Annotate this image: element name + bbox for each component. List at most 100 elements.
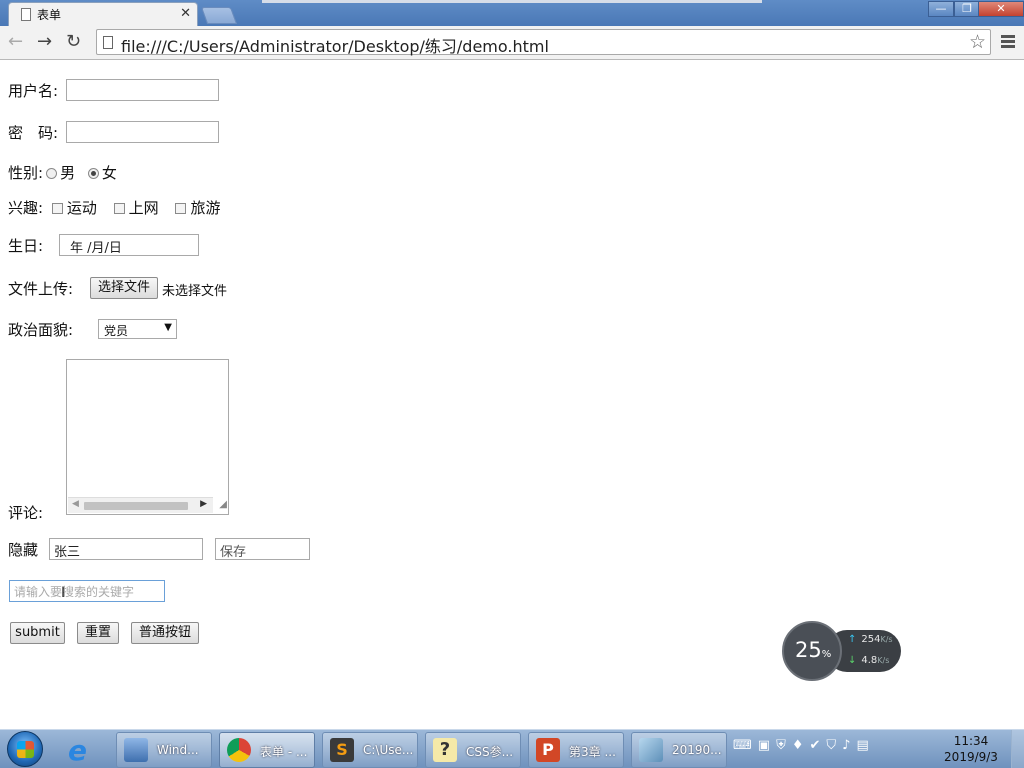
notebook-icon [639, 738, 663, 762]
scrollbar-thumb[interactable] [84, 502, 188, 510]
internet-explorer-icon[interactable]: e [68, 734, 87, 767]
url-text[interactable]: file:///C:/Users/Administrator/Desktop/练… [121, 33, 549, 57]
birthday-date-input[interactable]: 年 /月/日 [59, 234, 199, 256]
tab-active[interactable]: 表单 ✕ [8, 2, 198, 26]
update-icon[interactable]: ✔ [809, 738, 826, 753]
political-row: 政治面貌: [8, 319, 73, 340]
resize-handle-icon[interactable]: ◢ [213, 499, 227, 513]
text-cursor-icon: I [61, 585, 66, 601]
taskbar-item-powerpoint[interactable]: P 第3章 ... [528, 732, 624, 768]
username-row: 用户名: [8, 80, 58, 101]
restore-button[interactable]: ❐ [954, 1, 980, 17]
taskbar-item-label: 表单 - ... [260, 745, 308, 759]
hobby-checkbox-internet[interactable] [113, 203, 125, 214]
birthday-label: 生日: [8, 237, 44, 255]
gender-radio-male[interactable] [46, 168, 58, 179]
clock-time: 11:34 [953, 734, 989, 748]
tab-close-icon[interactable]: ✕ [180, 6, 191, 21]
keyboard-icon[interactable]: ⌨ [733, 738, 758, 753]
system-tray: ⌨▣⛨♦✔⛉♪▤ [733, 738, 875, 753]
hobby-label: 兴趣: [8, 199, 44, 217]
taskbar-item-label: Wind... [157, 743, 199, 757]
political-select[interactable]: 党员 ▼ [98, 319, 177, 339]
gender-option-male: 男 [60, 164, 76, 182]
system-clock[interactable]: 11:34 2019/9/3 [941, 733, 1001, 765]
upload-label: 文件上传: [8, 280, 74, 298]
password-row: 密 码: [8, 122, 58, 143]
comment-label: 评论: [8, 504, 44, 522]
notification-strip [262, 0, 762, 3]
help-icon: ? [433, 738, 457, 762]
show-desktop-button[interactable] [1011, 730, 1024, 768]
birthday-row: 生日: [8, 235, 43, 256]
sublime-icon: S [330, 738, 354, 762]
horizontal-scrollbar[interactable]: ◀ ▶ [68, 497, 213, 513]
bookmark-star-icon[interactable]: ☆ [969, 31, 986, 53]
window-close-button[interactable]: ✕ [978, 1, 1024, 17]
taskbar-item-sublime[interactable]: S C:\Use... [322, 732, 418, 768]
taskbar-item-chrome[interactable]: 表单 - ... [219, 732, 315, 768]
username-input[interactable] [66, 79, 219, 101]
security-icon[interactable]: ♦ [792, 738, 810, 753]
powerpoint-icon: P [536, 738, 560, 762]
hidden-label: 隐藏 [8, 541, 39, 559]
hobby-row: 兴趣: 运动 上网 旅游 [8, 197, 220, 218]
taskbar-item-label: 20190... [672, 743, 722, 757]
normal-button[interactable]: 普通按钮 [131, 622, 199, 644]
scroll-left-icon[interactable]: ◀ [72, 499, 79, 509]
defender-icon[interactable]: ⛉ [826, 738, 842, 753]
download-arrow-icon: ↓ [848, 655, 857, 666]
document-icon [21, 8, 31, 21]
volume-muted-icon[interactable]: ♪ [842, 738, 856, 753]
menu-icon[interactable] [1001, 35, 1015, 50]
political-label: 政治面貌: [8, 321, 74, 339]
browser-titlebar: 表单 ✕ — ❐ ✕ [0, 0, 1024, 26]
comment-row: 评论: [8, 502, 43, 523]
address-bar[interactable]: file:///C:/Users/Administrator/Desktop/练… [96, 29, 991, 57]
chrome-icon [227, 738, 251, 762]
usage-percent-unit: % [821, 649, 832, 660]
taskbar-item-label: CSS参... [466, 745, 514, 759]
tab-title: 表单 [37, 8, 62, 22]
hobby-checkbox-travel[interactable] [175, 203, 187, 214]
gender-option-female: 女 [101, 164, 117, 182]
dropdown-arrow-icon: ▼ [164, 322, 172, 333]
password-input[interactable] [66, 121, 219, 143]
reset-button[interactable]: 重置 [77, 622, 119, 644]
save-input[interactable]: 保存 [215, 538, 310, 560]
shield-icon[interactable]: ⛨ [776, 738, 792, 753]
upload-speed-line: ↑ 254K/s [848, 634, 893, 645]
gender-row: 性别: 男 女 [8, 162, 117, 183]
computer-icon [124, 738, 148, 762]
hidden-value-input[interactable]: 张三 [49, 538, 203, 560]
scroll-right-icon[interactable]: ▶ [200, 499, 207, 509]
new-tab-button[interactable] [200, 7, 238, 24]
page-icon [103, 36, 113, 49]
taskbar-item-css-help[interactable]: ? CSS参... [425, 732, 521, 768]
hobby-option-sport: 运动 [66, 199, 97, 217]
forward-icon[interactable]: → [37, 32, 52, 52]
gender-radio-female[interactable] [87, 168, 99, 179]
reload-icon[interactable]: ↻ [66, 32, 81, 52]
start-button[interactable] [7, 731, 43, 767]
taskbar-item-notebook[interactable]: 20190... [631, 732, 727, 768]
hobby-checkbox-sport[interactable] [51, 203, 63, 214]
choose-file-button[interactable]: 选择文件 [90, 277, 158, 299]
taskbar-item-windows[interactable]: Wind... [116, 732, 212, 768]
gender-label: 性别: [8, 164, 44, 182]
submit-button[interactable]: submit [10, 622, 65, 644]
hobby-option-internet: 上网 [128, 199, 159, 217]
comment-textarea[interactable]: ◀ ▶ ◢ [66, 359, 229, 515]
upload-arrow-icon: ↑ [848, 634, 857, 645]
network-icon[interactable]: ▣ [758, 738, 776, 753]
back-icon[interactable]: ← [8, 32, 23, 52]
search-input[interactable]: 请输入要搜索的关键字 [9, 580, 165, 602]
no-file-text: 未选择文件 [162, 284, 228, 299]
taskbar: e Wind... 表单 - ... S C:\Use... ? CSS参...… [0, 729, 1024, 768]
power-icon[interactable]: ▤ [856, 738, 874, 753]
hobby-option-travel: 旅游 [190, 199, 221, 217]
password-label: 密 码: [8, 124, 59, 142]
usage-percent: 25 [795, 638, 822, 662]
browser-toolbar: ← → ↻ file:///C:/Users/Administrator/Des… [0, 26, 1024, 60]
minimize-button[interactable]: — [928, 1, 954, 17]
